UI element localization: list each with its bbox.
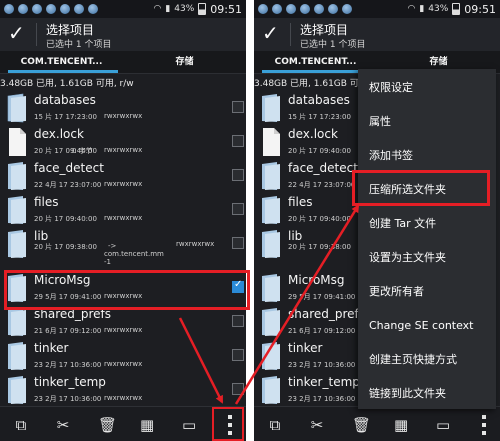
arrow-to-compress-item bbox=[234, 204, 360, 405]
annotation-arrows bbox=[178, 204, 360, 405]
arrow-to-more-button bbox=[178, 317, 224, 404]
